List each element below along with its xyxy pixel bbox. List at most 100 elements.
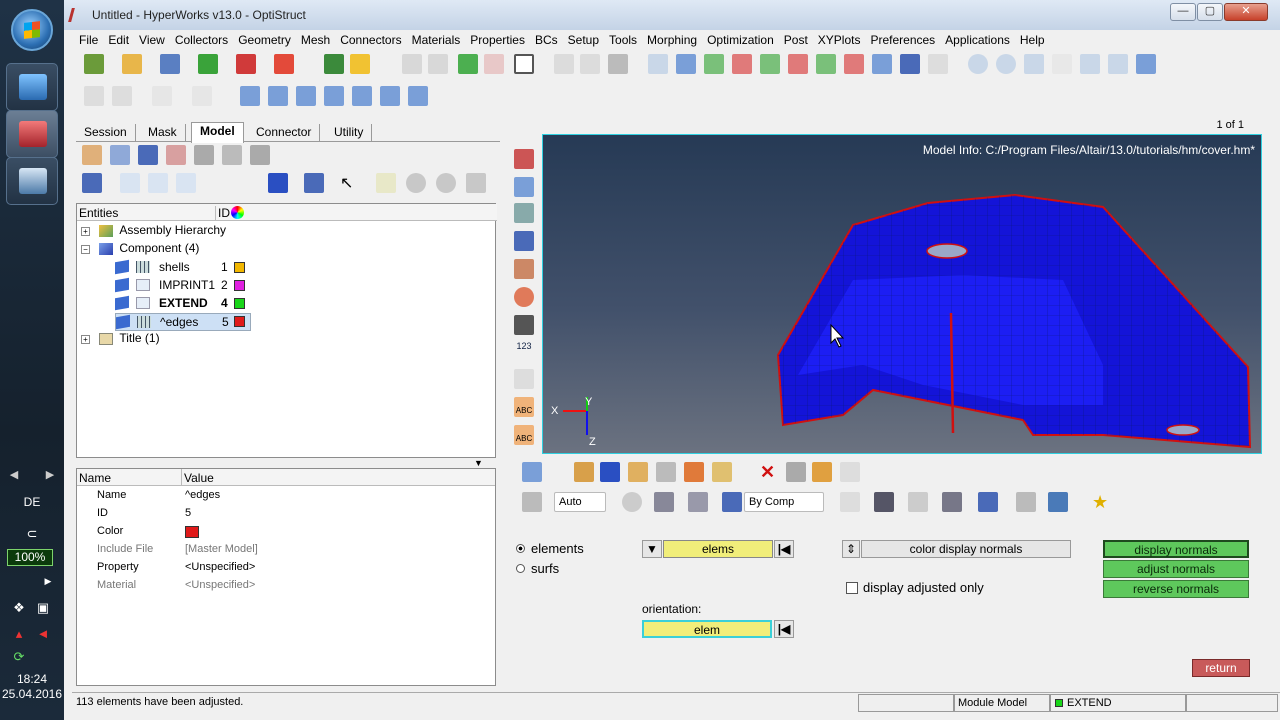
dropbox-icon[interactable]: ❖ [9, 600, 29, 616]
entity-type-dropdown-icon[interactable]: ▼ [642, 540, 662, 558]
battery-indicator[interactable]: 100% [7, 549, 53, 566]
menu-help[interactable]: Help [1015, 31, 1050, 49]
prop-material-value[interactable]: <Unspecified> [185, 579, 255, 597]
shaded-elements-icon[interactable] [514, 149, 534, 169]
tab-model[interactable]: Model [191, 122, 244, 143]
elems-reset-icon[interactable]: |◀ [774, 540, 794, 558]
show-icon[interactable] [268, 173, 288, 193]
maximize-button[interactable]: ▢ [1197, 3, 1223, 21]
expand-all-icon[interactable] [120, 173, 140, 193]
refresh-icon[interactable] [466, 173, 486, 193]
label-abc-icon[interactable]: ABC [514, 397, 534, 417]
tray-expand-icon[interactable]: ▶ [38, 576, 58, 587]
parts-icon[interactable] [600, 462, 620, 482]
solid-display-icon[interactable] [688, 492, 708, 512]
prop-id-value[interactable]: 5 [185, 507, 191, 525]
mask-tool-3-icon[interactable] [296, 86, 316, 106]
rotate-icon[interactable] [1080, 54, 1100, 74]
menu-applications[interactable]: Applications [940, 31, 1015, 49]
menu-view[interactable]: View [134, 31, 170, 49]
entities-column-header[interactable]: Entities [79, 206, 118, 220]
menu-morphing[interactable]: Morphing [642, 31, 702, 49]
elems-selector-button[interactable]: elems [663, 540, 773, 558]
export-icon[interactable] [236, 54, 256, 74]
module-indicator[interactable]: Module Model [954, 694, 1050, 712]
menu-bcs[interactable]: BCs [530, 31, 563, 49]
expand-icon[interactable]: + [81, 227, 90, 236]
close-button[interactable]: ✕ [1224, 3, 1268, 21]
eye-hide-icon[interactable] [436, 173, 456, 193]
numbering-icon[interactable] [840, 462, 860, 482]
element-shape-icon[interactable] [978, 492, 998, 512]
view-iso-icon[interactable] [872, 54, 892, 74]
favorites-star-icon[interactable]: ★ [1092, 492, 1112, 512]
assembly-view-icon[interactable] [110, 145, 130, 165]
language-indicator[interactable]: DE [0, 495, 64, 509]
menu-optimization[interactable]: Optimization [702, 31, 779, 49]
feature-lines-icon[interactable] [514, 203, 534, 223]
device-icon[interactable]: ▣ [33, 600, 53, 616]
zoom-window-icon[interactable] [968, 54, 988, 74]
mask-tool-6-icon[interactable] [380, 86, 400, 106]
label-abc-down-icon[interactable]: ABC [514, 425, 534, 445]
pan-hand-icon[interactable] [1052, 54, 1072, 74]
user-profile-icon[interactable] [324, 54, 344, 74]
collector-manager-icon[interactable] [712, 462, 732, 482]
tree-item-title[interactable]: + Title (1) [81, 331, 160, 349]
mask-element-icon[interactable] [786, 462, 806, 482]
color-swatch[interactable] [234, 316, 245, 327]
view-zx-bottom-icon[interactable] [788, 54, 808, 74]
export-solver-icon[interactable] [274, 54, 294, 74]
prop-include-value[interactable]: [Master Model] [185, 543, 258, 561]
geometry-display-icon[interactable] [622, 492, 642, 512]
clock[interactable]: 18:24 25.04.2016 [0, 672, 64, 702]
flat-view-icon[interactable] [176, 173, 196, 193]
taskbar-scroll-left-icon[interactable]: ◀ [4, 468, 24, 484]
tree-item-assembly-hierarchy[interactable]: + Assembly Hierarchy [81, 223, 226, 241]
expand-icon[interactable]: + [81, 335, 90, 344]
fit-icon[interactable] [1136, 54, 1156, 74]
surface-display-icon[interactable] [654, 492, 674, 512]
include-view-icon[interactable] [138, 145, 158, 165]
return-button[interactable]: return [1192, 659, 1250, 677]
component-view-icon[interactable] [82, 145, 102, 165]
taskbar-app-snagit[interactable] [6, 157, 58, 205]
mask-tool-2-icon[interactable] [268, 86, 288, 106]
volume-muted-icon[interactable]: ◄ [33, 626, 53, 641]
cover-part[interactable] [776, 193, 1252, 449]
import-icon[interactable] [198, 54, 218, 74]
tab-session[interactable]: Session [76, 124, 136, 142]
display-adjusted-only-checkbox[interactable] [846, 582, 858, 594]
radio-elements[interactable] [516, 544, 525, 553]
menu-file[interactable]: File [74, 31, 103, 49]
spin-icon[interactable] [1108, 54, 1128, 74]
panel-splitter-icon[interactable]: ▼ [474, 458, 483, 468]
view-yz-right-icon[interactable] [844, 54, 864, 74]
pan-center-icon[interactable] [1024, 54, 1044, 74]
display-mode-dropdown[interactable]: Auto [554, 492, 606, 512]
toggle-mode-icon[interactable]: ⇕ [842, 540, 860, 558]
mask-tool-1-icon[interactable] [240, 86, 260, 106]
display-normals-button[interactable]: display normals [1103, 540, 1249, 558]
zoom-fit-icon[interactable] [996, 54, 1016, 74]
sync-icon[interactable]: ⟳ [9, 649, 29, 665]
graphics-viewport[interactable]: Model Info: C:/Program Files/Altair/13.0… [542, 134, 1262, 454]
adjust-normals-button[interactable]: adjust normals [1103, 560, 1249, 578]
model-view[interactable]: X Y Z [543, 135, 1261, 453]
new-model-icon[interactable] [84, 54, 104, 74]
multi-view-icon[interactable] [1016, 492, 1036, 512]
keyboard-icon[interactable]: ⊂ [22, 526, 42, 542]
shaded-cube-icon[interactable] [874, 492, 894, 512]
mask-tool-7-icon[interactable] [408, 86, 428, 106]
redo-icon[interactable] [428, 54, 448, 74]
color-swatch[interactable] [234, 262, 245, 273]
eye-show-icon[interactable] [406, 173, 426, 193]
element-display-icon[interactable] [522, 492, 542, 512]
select-arrow-icon[interactable]: ↖ [340, 173, 360, 193]
find-entity-icon[interactable] [376, 173, 396, 193]
menu-post[interactable]: Post [779, 31, 813, 49]
menu-mesh[interactable]: Mesh [296, 31, 335, 49]
scale-icon[interactable] [514, 369, 534, 389]
binoculars-icon[interactable] [514, 315, 534, 335]
delete-icon[interactable] [484, 54, 504, 74]
